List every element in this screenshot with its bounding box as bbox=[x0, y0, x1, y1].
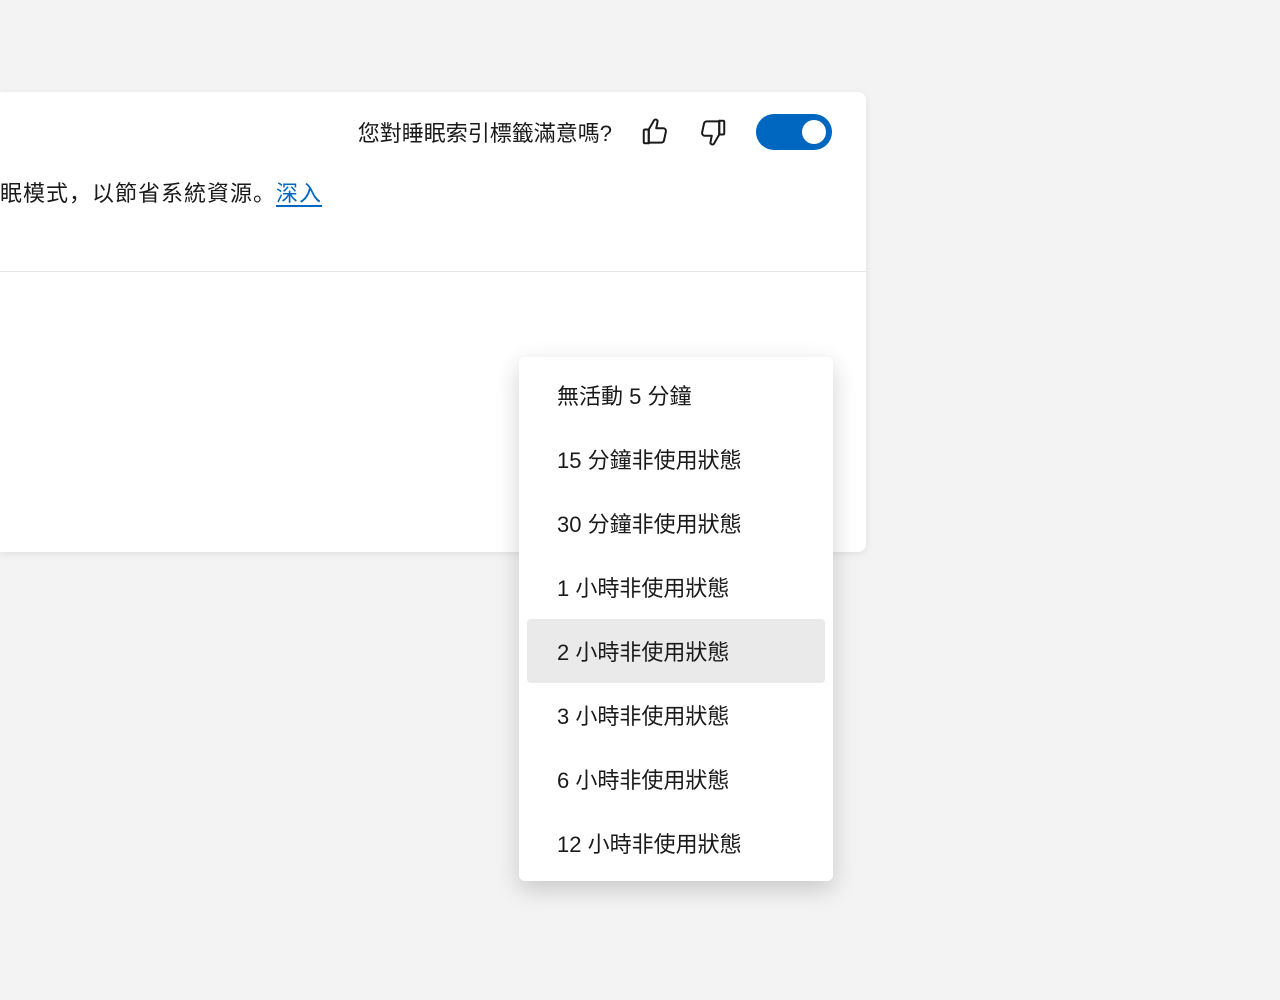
card-header: 您對睡眠索引標籤滿意嗎? 眠模式，以節省系統資源。深入 bbox=[0, 92, 866, 272]
description-line: 眠模式，以節省系統資源。深入 bbox=[0, 176, 322, 208]
feedback-question: 您對睡眠索引標籤滿意嗎? bbox=[358, 116, 612, 148]
dropdown-option[interactable]: 1 小時非使用狀態 bbox=[527, 555, 825, 619]
dropdown-option[interactable]: 15 分鐘非使用狀態 bbox=[527, 427, 825, 491]
learn-more-link[interactable]: 深入 bbox=[276, 181, 322, 206]
dropdown-option[interactable]: 30 分鐘非使用狀態 bbox=[527, 491, 825, 555]
thumbs-down-icon bbox=[698, 117, 728, 147]
inactivity-dropdown: 無活動 5 分鐘15 分鐘非使用狀態30 分鐘非使用狀態1 小時非使用狀態2 小… bbox=[519, 357, 833, 881]
dropdown-option[interactable]: 6 小時非使用狀態 bbox=[527, 747, 825, 811]
toggle-knob bbox=[802, 120, 826, 144]
dropdown-option[interactable]: 2 小時非使用狀態 bbox=[527, 619, 825, 683]
thumbs-up-button[interactable] bbox=[640, 117, 670, 147]
thumbs-up-icon bbox=[640, 117, 670, 147]
dropdown-option[interactable]: 無活動 5 分鐘 bbox=[527, 363, 825, 427]
dropdown-option[interactable]: 12 小時非使用狀態 bbox=[527, 811, 825, 875]
thumbs-down-button[interactable] bbox=[698, 117, 728, 147]
feedback-group: 您對睡眠索引標籤滿意嗎? bbox=[358, 114, 832, 150]
dropdown-option[interactable]: 3 小時非使用狀態 bbox=[527, 683, 825, 747]
sleeping-tabs-toggle[interactable] bbox=[756, 114, 832, 150]
description-text: 眠模式，以節省系統資源。 bbox=[0, 181, 276, 206]
